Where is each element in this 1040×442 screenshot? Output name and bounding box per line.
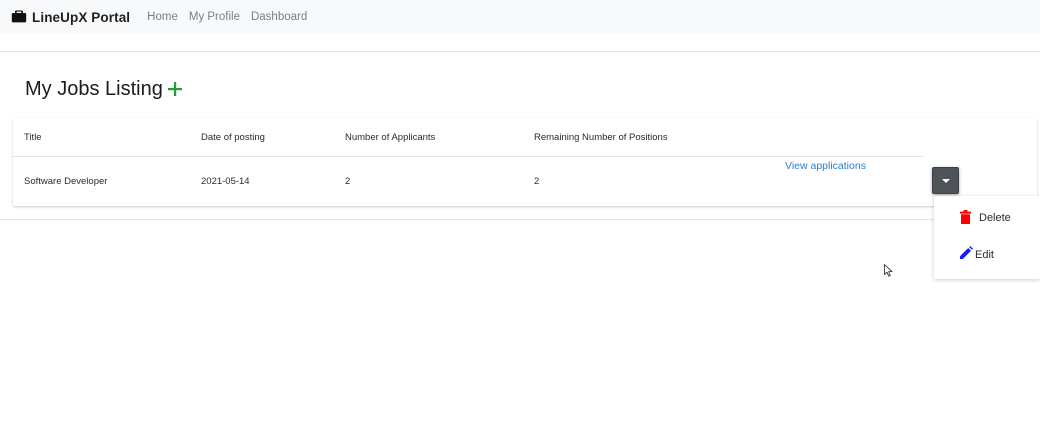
nav-dashboard-link[interactable]: Dashboard bbox=[251, 11, 307, 23]
divider-top bbox=[0, 51, 1040, 52]
edit-label: Edit bbox=[975, 249, 994, 261]
plus-icon[interactable] bbox=[167, 82, 182, 96]
nav-home-link[interactable]: Home bbox=[147, 11, 178, 23]
mouse-pointer-icon bbox=[884, 264, 893, 277]
edit-menu-item[interactable]: Edit bbox=[960, 246, 994, 261]
header-remaining-positions: Remaining Number of Positions bbox=[534, 132, 668, 143]
delete-menu-item[interactable]: Delete bbox=[960, 210, 1011, 224]
briefcase-icon bbox=[11, 10, 27, 22]
cell-applicants: 2 bbox=[345, 176, 351, 187]
cell-remaining: 2 bbox=[534, 176, 540, 187]
trash-icon bbox=[960, 210, 971, 224]
pencil-icon bbox=[960, 246, 973, 259]
divider-bottom bbox=[0, 219, 1040, 220]
caret-down-icon bbox=[941, 178, 950, 183]
header-date-of-posting: Date of posting bbox=[201, 132, 265, 143]
actions-dropdown-button[interactable] bbox=[932, 167, 959, 194]
page-title: My Jobs Listing bbox=[25, 78, 182, 101]
cell-title: Software Developer bbox=[24, 176, 108, 187]
brand-link[interactable]: LineUpX Portal bbox=[11, 10, 130, 25]
cell-date: 2021-05-14 bbox=[201, 176, 250, 187]
actions-dropdown-menu: Delete Edit bbox=[934, 196, 1040, 279]
nav-links: Home My Profile Dashboard bbox=[147, 11, 318, 23]
top-navbar: LineUpX Portal Home My Profile Dashboard bbox=[0, 0, 1040, 34]
nav-my-profile-link[interactable]: My Profile bbox=[189, 11, 240, 23]
view-applications-link[interactable]: View applications bbox=[785, 160, 866, 172]
header-title: Title bbox=[24, 132, 42, 143]
brand-name: LineUpX Portal bbox=[32, 9, 131, 25]
header-number-of-applicants: Number of Applicants bbox=[345, 132, 436, 143]
page-title-text: My Jobs Listing bbox=[25, 78, 163, 100]
table-header-row: Title Date of posting Number of Applican… bbox=[13, 118, 923, 157]
jobs-table: Title Date of posting Number of Applican… bbox=[13, 118, 1037, 206]
delete-label: Delete bbox=[979, 212, 1011, 224]
